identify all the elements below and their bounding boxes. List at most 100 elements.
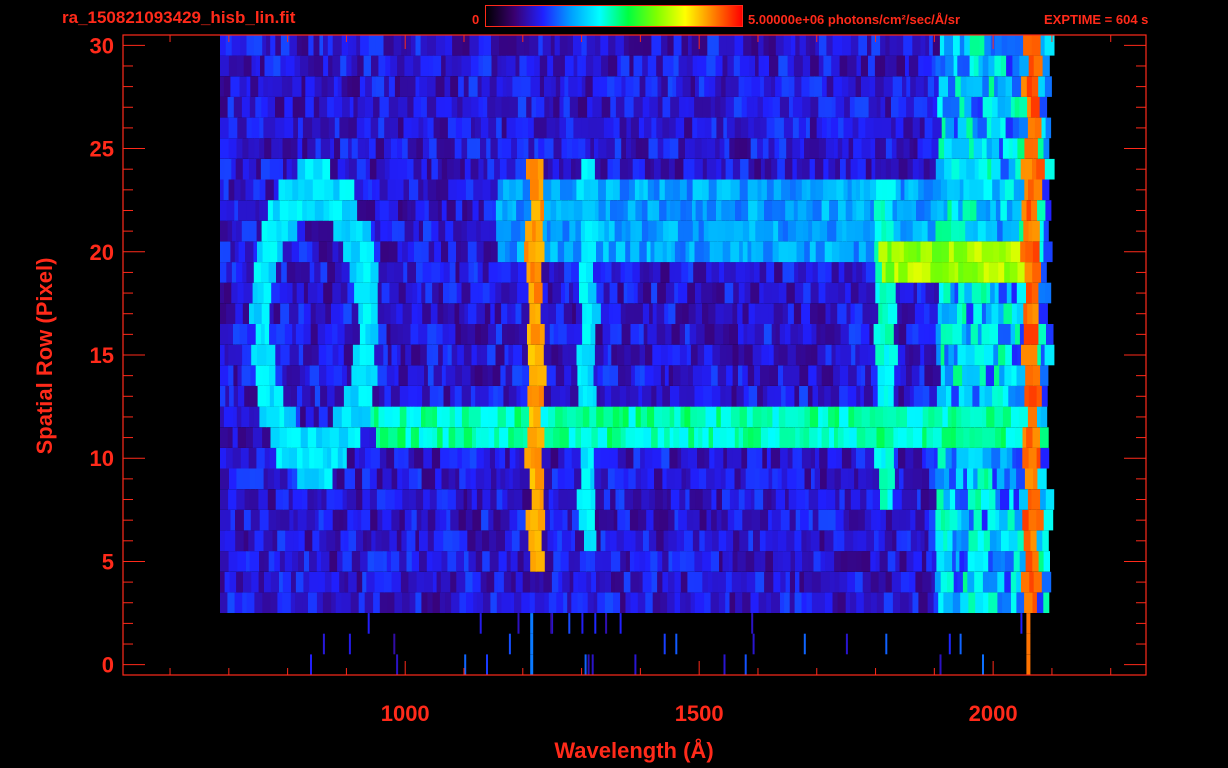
heatmap-cell <box>645 592 654 613</box>
heatmap-cell <box>263 530 273 552</box>
heatmap-cell <box>426 158 432 180</box>
heatmap-cell <box>417 282 422 304</box>
heatmap-cell <box>497 262 502 283</box>
heatmap-cell <box>618 365 626 386</box>
heatmap-cell <box>818 406 824 428</box>
heatmap-cell <box>501 262 512 283</box>
heatmap-cell <box>631 530 637 552</box>
heatmap-cell <box>913 386 924 407</box>
heatmap-cell <box>255 468 265 490</box>
heatmap-cell <box>657 551 663 572</box>
heatmap-cell <box>750 138 758 159</box>
heatmap-cell <box>869 406 876 428</box>
heatmap-cell <box>874 55 882 77</box>
heatmap-cell <box>808 551 815 572</box>
heatmap-cell <box>561 282 566 304</box>
heatmap-cell <box>352 35 357 56</box>
heatmap-cell <box>530 447 536 469</box>
heatmap-cell <box>473 592 478 613</box>
heatmap-cell <box>634 179 640 201</box>
heatmap-cell <box>521 592 531 613</box>
heatmap-cell <box>768 468 773 490</box>
heatmap-cell <box>764 158 772 180</box>
heatmap-cell <box>293 530 300 552</box>
heatmap-cell <box>326 530 336 552</box>
heatmap-cell <box>253 262 262 283</box>
heatmap-cell <box>981 282 987 304</box>
heatmap-cell <box>759 530 767 552</box>
heatmap-cell <box>379 96 390 118</box>
heatmap-cell <box>539 55 548 77</box>
heatmap-cell <box>299 241 308 263</box>
heatmap-cell <box>948 76 956 97</box>
heatmap-cell <box>911 200 917 221</box>
heatmap-cell <box>331 592 337 613</box>
heatmap-cell <box>368 35 376 56</box>
heatmap-cell <box>816 324 821 345</box>
heatmap-cell <box>356 35 361 56</box>
heatmap-cell <box>812 509 819 531</box>
heatmap-cell <box>721 509 729 531</box>
heatmap-cell <box>766 592 772 613</box>
heatmap-cell <box>709 324 716 345</box>
heatmap-cell <box>284 324 293 345</box>
heatmap-cell <box>323 200 330 221</box>
heatmap-cell <box>345 179 355 201</box>
heatmap-cell <box>670 200 676 221</box>
heatmap-cell <box>958 282 965 304</box>
heatmap-cell <box>282 571 292 593</box>
heatmap-cell <box>903 117 914 139</box>
heatmap-cell <box>521 406 530 428</box>
heatmap-cell <box>916 200 925 221</box>
heatmap-cell <box>397 241 403 263</box>
heatmap-cell <box>860 324 870 345</box>
heatmap-cell <box>607 468 616 490</box>
heatmap-cell <box>486 138 492 159</box>
heatmap-cell <box>284 117 294 139</box>
heatmap-cell <box>1000 489 1010 510</box>
heatmap-cell <box>266 35 271 56</box>
heatmap-cell <box>657 96 664 118</box>
heatmap-cell <box>587 282 597 304</box>
heatmap-cell <box>563 592 568 613</box>
heatmap-cell <box>891 241 901 263</box>
heatmap-cell <box>625 551 631 572</box>
heatmap-cell <box>962 365 968 386</box>
heatmap-cell <box>762 138 769 159</box>
heatmap-cell <box>369 489 378 510</box>
heatmap-cell <box>881 117 892 139</box>
heatmap-cell <box>983 262 990 283</box>
heatmap-cell <box>908 55 919 77</box>
heatmap-cell <box>486 571 495 593</box>
heatmap-cell <box>596 386 601 407</box>
heatmap-cell <box>1032 303 1040 324</box>
heatmap-cell <box>944 35 954 56</box>
heatmap-cell <box>900 571 910 593</box>
heatmap-cell <box>581 427 589 448</box>
heatmap-cell <box>315 303 323 324</box>
heatmap-cell <box>934 406 943 428</box>
heatmap-cell <box>506 55 517 77</box>
heatmap-cell <box>923 158 931 180</box>
heatmap-cell <box>657 76 662 97</box>
heatmap-cell <box>668 571 675 593</box>
heatmap-cell <box>897 344 906 366</box>
heatmap-cell <box>738 509 743 531</box>
heatmap-cell <box>525 509 531 531</box>
heatmap-cell <box>233 406 238 428</box>
heatmap-cell <box>430 303 439 324</box>
heatmap-cell <box>858 282 867 304</box>
heatmap-cell <box>848 468 855 490</box>
heatmap-cell <box>692 55 698 77</box>
heatmap-cell <box>496 76 504 97</box>
heatmap-cell <box>267 468 275 490</box>
heatmap-cell <box>629 55 635 77</box>
heatmap-cell <box>911 365 920 386</box>
heatmap-cell <box>913 138 919 159</box>
heatmap-cell <box>870 200 875 221</box>
heatmap-cell <box>970 200 977 221</box>
heatmap-cell <box>635 138 643 159</box>
heatmap-cell <box>250 509 261 531</box>
heatmap-cell <box>499 427 509 448</box>
heatmap-cell <box>927 76 935 97</box>
